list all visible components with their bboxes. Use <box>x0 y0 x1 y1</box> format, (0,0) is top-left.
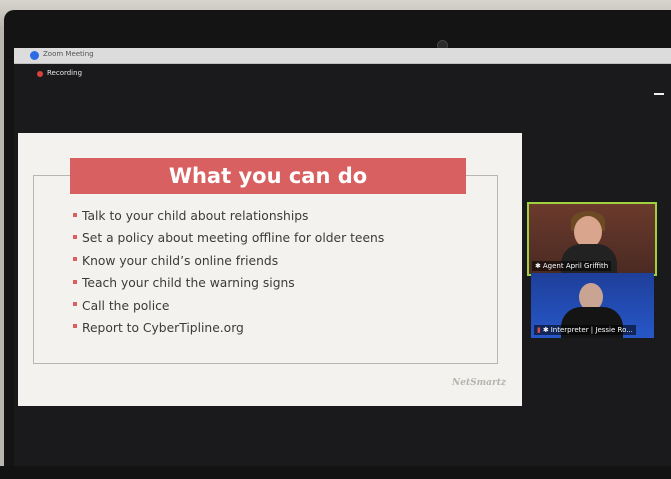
pin-icon: ✱ <box>542 326 549 334</box>
bullet-icon <box>73 324 77 329</box>
list-item: Talk to your child about relationships <box>73 206 384 228</box>
slide-bullet-list: Talk to your child about relationships S… <box>73 206 384 340</box>
recording-label: Recording <box>47 69 83 77</box>
list-item: Set a policy about meeting offline for o… <box>73 228 384 250</box>
participant-name-tag: ▮ ✱ Interpreter | Jessie Ro... <box>534 325 636 335</box>
window-title: Zoom Meeting <box>43 50 94 58</box>
pin-icon: ✱ <box>535 262 541 270</box>
shared-screen-slide: What you can do Talk to your child about… <box>18 133 522 406</box>
video-tile-interpreter[interactable]: ▮ ✱ Interpreter | Jessie Ro... <box>531 273 654 338</box>
zoom-logo-icon <box>30 51 39 60</box>
slide-title: What you can do <box>70 158 466 194</box>
bullet-icon <box>73 234 77 239</box>
window-titlebar: Zoom Meeting <box>14 48 671 64</box>
bullet-icon <box>73 257 77 262</box>
bullet-icon <box>73 302 77 307</box>
zoom-window: Zoom Meeting Recording What you can do T… <box>14 48 671 479</box>
recording-icon <box>37 71 43 77</box>
laptop-bottom-edge <box>0 466 671 479</box>
list-item: Call the police <box>73 296 384 318</box>
view-options-icon[interactable] <box>654 93 664 95</box>
bullet-icon <box>73 212 77 217</box>
mic-muted-icon: ▮ <box>537 326 541 334</box>
list-item: Teach your child the warning signs <box>73 273 384 295</box>
participant-name-tag: ✱ Agent April Griffith <box>532 261 612 271</box>
list-item: Report to CyberTipline.org <box>73 318 384 340</box>
list-item: Know your child’s online friends <box>73 251 384 273</box>
video-tile-agent-april-griffith[interactable]: ✱ Agent April Griffith <box>527 202 657 276</box>
bullet-icon <box>73 279 77 284</box>
netsmartz-logo: NetSmartz <box>452 378 506 388</box>
